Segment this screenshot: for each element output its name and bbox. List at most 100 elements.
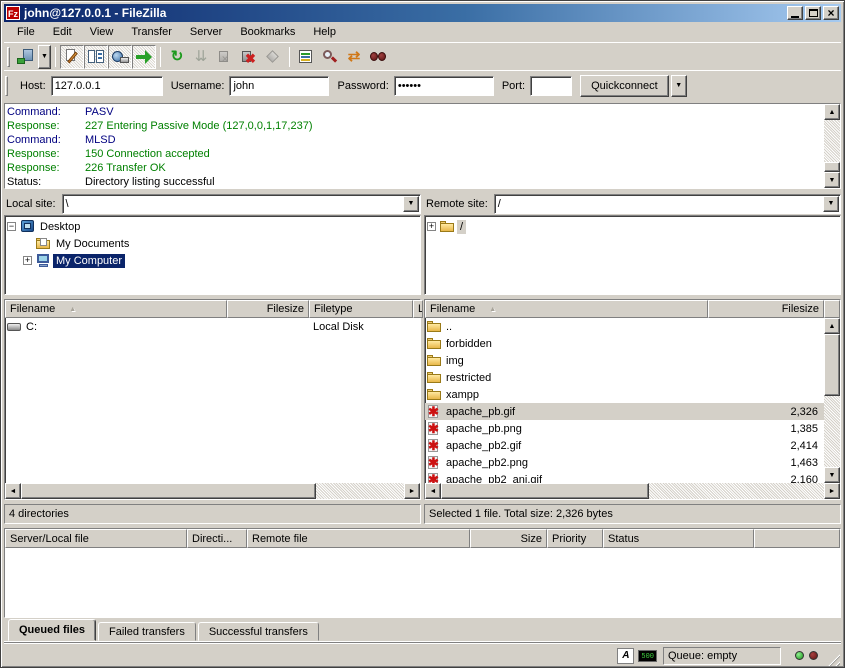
remote-file-row[interactable]: .. — [425, 318, 824, 335]
local-site-combo-dropdown[interactable]: ▼ — [403, 196, 419, 212]
toggle-message-log-button[interactable] — [60, 45, 84, 69]
menu-edit[interactable]: Edit — [44, 24, 81, 40]
tab-successful-transfers[interactable]: Successful transfers — [198, 622, 319, 641]
column-filesize[interactable]: Filesize — [227, 300, 309, 318]
remote-file-row[interactable]: ✱apache_pb2.png 1,463 — [425, 454, 824, 471]
local-file-row[interactable]: C: Local Disk — [5, 318, 420, 335]
quickbar-grip[interactable] — [5, 76, 8, 96]
host-input[interactable] — [51, 76, 163, 96]
directory-comparison-button[interactable] — [318, 45, 342, 69]
column-filename[interactable]: Filename▲ — [425, 300, 708, 318]
remote-horizontal-scrollbar[interactable]: ◄ ► — [425, 483, 840, 499]
expand-icon[interactable]: + — [23, 256, 32, 265]
column-filetype[interactable]: Filetype — [309, 300, 413, 318]
username-input[interactable] — [229, 76, 329, 96]
quickconnect-button[interactable]: Quickconnect — [580, 75, 669, 97]
column-remote-file[interactable]: Remote file — [247, 529, 470, 548]
scroll-down-icon[interactable]: ▼ — [824, 172, 840, 188]
tree-item-my-computer[interactable]: + My Computer — [7, 252, 420, 269]
column-filename[interactable]: Filename▲ — [5, 300, 227, 318]
scrollbar-thumb[interactable] — [824, 162, 840, 172]
folder-icon — [427, 388, 444, 402]
reconnect-button[interactable] — [261, 45, 285, 69]
site-manager-button[interactable] — [14, 45, 38, 69]
find-files-button[interactable] — [366, 45, 390, 69]
folder-icon — [440, 220, 457, 234]
tree-item-root[interactable]: + / — [427, 218, 840, 235]
port-input[interactable] — [530, 76, 572, 96]
log-vertical-scrollbar[interactable]: ▲ ▼ — [824, 104, 840, 188]
disconnect-button[interactable]: ✖ — [237, 45, 261, 69]
remote-file-row[interactable]: ✱apache_pb2_ani.gif 2,160 — [425, 471, 824, 483]
minimize-button[interactable] — [787, 6, 803, 20]
filezilla-app-icon[interactable]: Fz — [6, 6, 20, 20]
scroll-right-icon[interactable]: ► — [824, 483, 840, 499]
tree-item-desktop[interactable]: − Desktop — [7, 218, 420, 235]
site-trees-icon — [87, 49, 105, 65]
maximize-button[interactable] — [805, 6, 821, 20]
menu-bookmarks[interactable]: Bookmarks — [231, 24, 304, 40]
desktop-icon — [20, 220, 37, 234]
menu-transfer[interactable]: Transfer — [122, 24, 181, 40]
process-queue-icon: ⇊ — [192, 49, 210, 65]
remote-vertical-scrollbar[interactable]: ▲ ▼ — [824, 318, 840, 483]
scroll-up-icon[interactable]: ▲ — [824, 318, 840, 334]
remote-site-combo[interactable]: / ▼ — [494, 194, 841, 214]
transfer-queue: Server/Local file Directi... Remote file… — [4, 528, 841, 618]
local-horizontal-scrollbar[interactable]: ◄ ► — [5, 483, 420, 499]
column-server-local-file[interactable]: Server/Local file — [5, 529, 187, 548]
synchronized-browsing-button[interactable]: ⇄ — [342, 45, 366, 69]
toggle-directory-tree-button[interactable] — [108, 45, 132, 69]
toggle-transfer-queue-button[interactable] — [132, 45, 156, 69]
menu-help[interactable]: Help — [304, 24, 345, 40]
remote-file-row[interactable]: restricted — [425, 369, 824, 386]
port-label: Port: — [502, 80, 525, 92]
resize-grip[interactable] — [827, 653, 840, 666]
remote-file-row[interactable]: forbidden — [425, 335, 824, 352]
expand-icon[interactable]: + — [427, 222, 436, 231]
column-size[interactable]: Size — [470, 529, 547, 548]
scrollbar-thumb[interactable] — [824, 334, 840, 396]
close-button[interactable]: × — [823, 6, 839, 20]
remote-file-row-selected[interactable]: ✱apache_pb.gif 2,326 — [425, 403, 824, 420]
quickconnect-dropdown[interactable]: ▼ — [671, 75, 687, 97]
directory-tree-icon — [111, 49, 129, 65]
filter-button[interactable] — [294, 45, 318, 69]
scroll-right-icon[interactable]: ► — [404, 483, 420, 499]
remote-file-row[interactable]: ✱apache_pb.png 1,385 — [425, 420, 824, 437]
remote-file-row[interactable]: ✱apache_pb2.gif 2,414 — [425, 437, 824, 454]
tree-item-my-documents[interactable]: My Documents — [7, 235, 420, 252]
password-input[interactable] — [394, 76, 494, 96]
remote-file-row[interactable]: xampp — [425, 386, 824, 403]
tab-failed-transfers[interactable]: Failed transfers — [98, 622, 196, 641]
scroll-down-icon[interactable]: ▼ — [824, 467, 840, 483]
column-status[interactable]: Status — [603, 529, 754, 548]
collapse-icon[interactable]: − — [7, 222, 16, 231]
titlebar[interactable]: Fz john@127.0.0.1 - FileZilla × — [4, 4, 841, 22]
scroll-left-icon[interactable]: ◄ — [5, 483, 21, 499]
log-line: Response:226 Transfer OK — [7, 161, 824, 175]
image-file-icon: ✱ — [427, 439, 444, 453]
sort-ascending-icon: ▲ — [69, 306, 76, 313]
remote-file-row[interactable]: img — [425, 352, 824, 369]
process-queue-button[interactable]: ⇊ — [189, 45, 213, 69]
local-site-combo[interactable]: \ ▼ — [62, 194, 421, 214]
refresh-button[interactable]: ↻ — [165, 45, 189, 69]
scrollbar-thumb[interactable] — [21, 483, 316, 499]
toolbar-grip[interactable] — [7, 47, 10, 67]
remote-site-combo-dropdown[interactable]: ▼ — [823, 196, 839, 212]
menu-server[interactable]: Server — [181, 24, 231, 40]
scroll-up-icon[interactable]: ▲ — [824, 104, 840, 120]
menu-view[interactable]: View — [81, 24, 123, 40]
site-manager-dropdown[interactable]: ▼ — [38, 45, 51, 69]
menu-file[interactable]: File — [8, 24, 44, 40]
toggle-site-trees-button[interactable] — [84, 45, 108, 69]
column-priority[interactable]: Priority — [547, 529, 603, 548]
scroll-left-icon[interactable]: ◄ — [425, 483, 441, 499]
scrollbar-thumb[interactable] — [441, 483, 649, 499]
cancel-operation-button[interactable]: ✕ — [213, 45, 237, 69]
message-log-lines: Command:PASV Response:227 Entering Passi… — [5, 104, 824, 188]
column-filesize[interactable]: Filesize — [708, 300, 824, 318]
column-direction[interactable]: Directi... — [187, 529, 247, 548]
tab-queued-files[interactable]: Queued files — [8, 619, 96, 641]
